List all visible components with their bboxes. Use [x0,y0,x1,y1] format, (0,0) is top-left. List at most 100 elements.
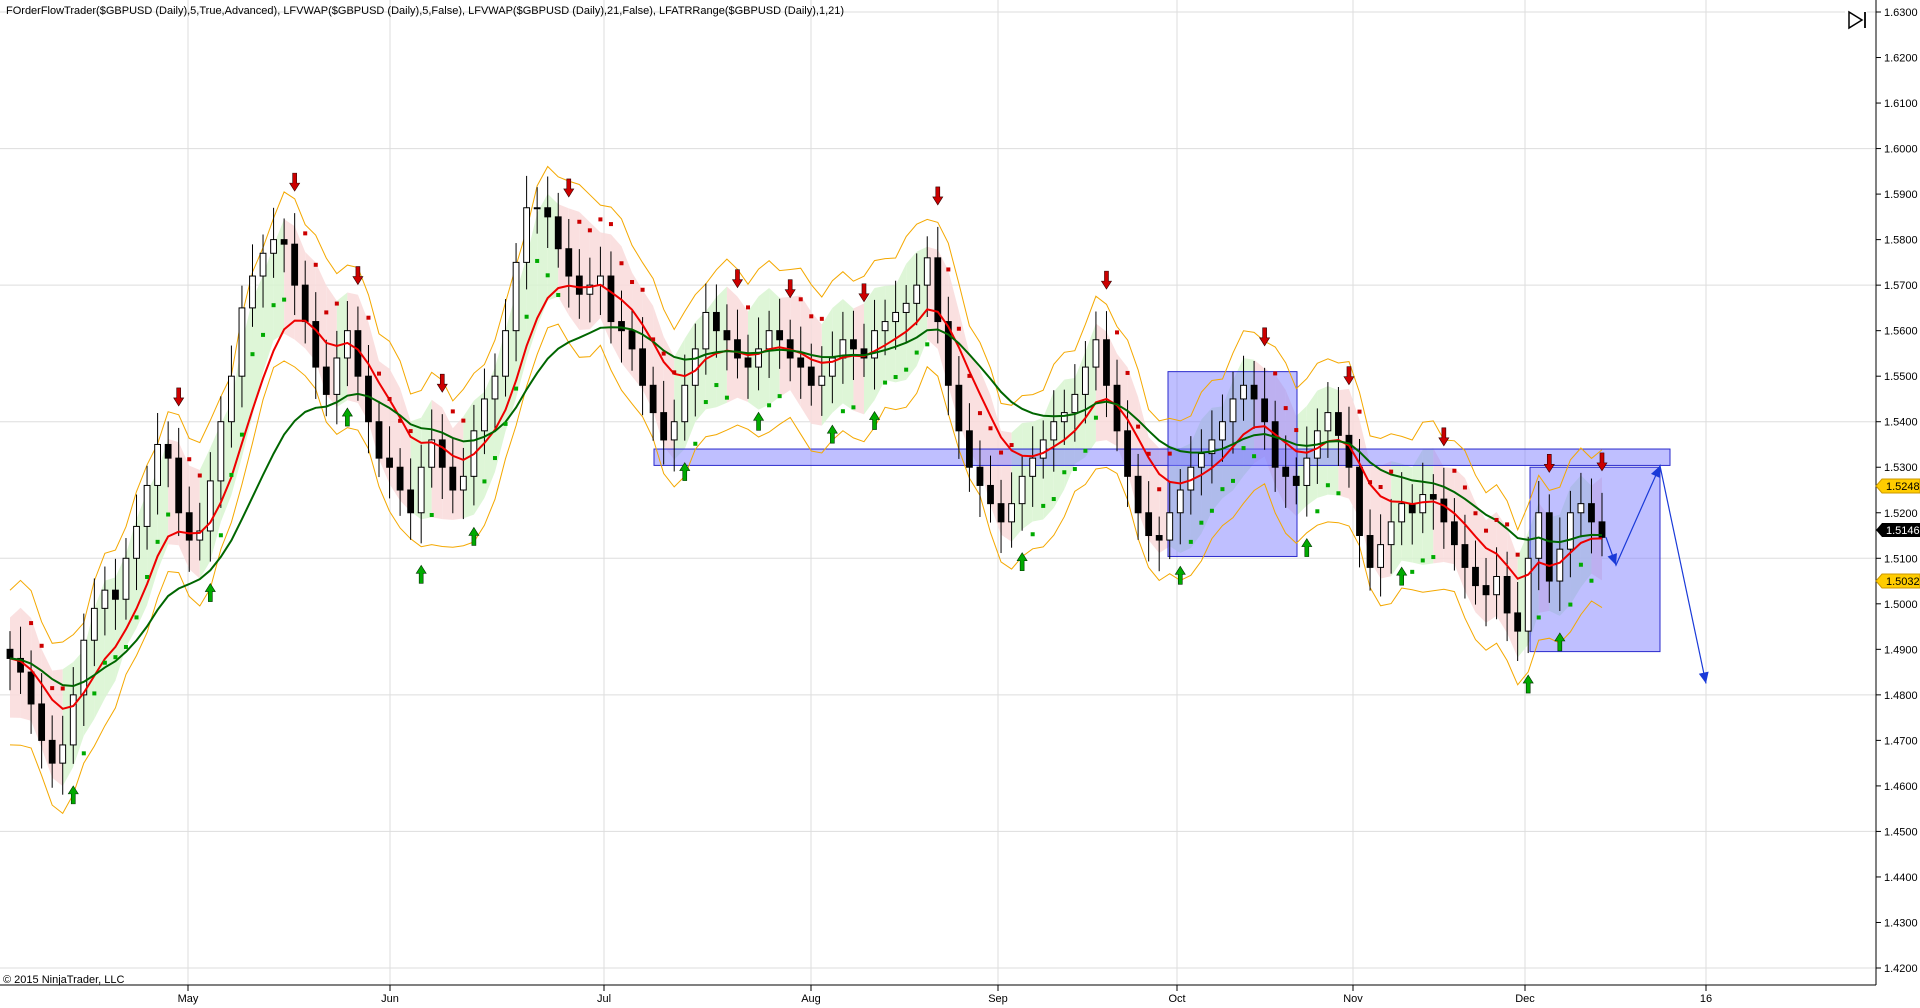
price-label-last-text: 1.5146 [1886,525,1920,537]
trail-dot-bull [1083,448,1088,453]
trail-dot-bull [840,409,845,414]
trail-dot-bear [1157,487,1162,492]
candle-body [417,466,425,514]
trail-dot-bear [1357,409,1362,414]
resistance-zone[interactable] [653,448,1671,466]
trail-dot-bull [239,432,244,437]
trail-dot-bear [956,326,961,331]
candle-body [554,216,562,250]
price-tick-label: 1.4700 [1884,735,1918,747]
candle-body [280,239,288,245]
candle-body [175,457,183,514]
trail-dot-bear [1505,522,1510,527]
candle-body [1176,489,1184,514]
time-tick-label: Sep [988,993,1008,1005]
trail-dot-bull [724,395,729,400]
shade-segment [1475,502,1487,623]
shade-segment [906,251,917,380]
candle-body [502,330,509,377]
price-tick-label: 1.5200 [1884,508,1918,520]
candle-body [154,443,162,486]
candle-body [723,330,731,341]
trail-dot-bull [925,342,930,347]
trail-dot-bear [366,315,371,320]
price-tick-label: 1.6200 [1884,53,1918,65]
trail-dot-bull [1589,578,1594,583]
trail-dot-bull [1199,520,1204,525]
trail-dot-bear [819,316,824,321]
trail-dot-bear [1273,371,1278,376]
trail-dot-bear [746,305,751,310]
candle-body [1377,544,1384,568]
time-axis[interactable]: May Jun Jul Aug Sep Oct Nov Dec 16 [178,985,1713,1005]
candle-body [164,443,172,459]
candle-body [27,671,35,705]
candle-body [776,330,784,341]
collapse-panel-icon[interactable] [1845,10,1867,30]
candle-body [1398,503,1406,523]
trail-dot-bull [482,479,487,484]
candle-body [1282,466,1290,477]
trail-dot-bull [229,472,234,477]
trail-dot-bear [999,450,1004,455]
trail-dot-bear [1378,485,1383,490]
trail-dot-bull [1209,508,1214,513]
candle-body [48,739,56,764]
price-tick-label: 1.4600 [1884,781,1918,793]
trail-dot-bull [271,303,276,308]
trail-dot-bear [60,686,65,691]
candle-body [449,466,457,491]
trail-dot-bull [282,297,287,302]
candle-body [670,421,678,441]
candle-body [512,261,520,332]
trail-dot-bear [408,429,413,434]
candle-body [1060,412,1068,423]
candle-body [491,375,499,400]
candle-body [1429,494,1437,500]
trail-dot-bull [1568,602,1573,607]
candle-body [143,484,151,527]
trail-dot-bull [1252,454,1257,459]
trail-dot-bear [1494,517,1499,522]
candle-body [575,275,583,295]
time-tick-label: Aug [801,993,821,1005]
trail-dot-bull [777,394,782,399]
candle-body [1261,398,1269,423]
gbpusd-chart[interactable]: 1.6300 1.6200 1.6100 1.6000 1.5900 1.5800 1.57… [0,0,1920,1008]
trail-dot-bull [904,367,909,372]
candle-body [438,439,446,468]
trail-dot-bear [1294,428,1299,433]
candle-body [1482,585,1490,596]
candle-body [702,311,710,350]
candle-body [1472,566,1479,587]
price-tick-label: 1.5000 [1884,599,1918,611]
candle-body [1271,421,1279,468]
candle-body [122,557,130,600]
trail-dot-bull [1315,509,1320,514]
trail-dot-bull [1420,558,1425,563]
trail-dot-bull [218,533,223,538]
candle-body [185,512,193,541]
trail-dot-bear [577,219,582,224]
candle-body [291,243,299,286]
price-tick-label: 1.5400 [1884,417,1918,429]
trail-dot-bear [1146,451,1151,456]
price-label-low-text: 1.5032 [1886,576,1920,588]
candle-body [544,207,552,218]
candle-body [765,330,773,350]
candle-body [1292,475,1300,486]
candle-body [1577,503,1585,514]
trail-dot-bear [1473,511,1478,516]
price-label-low: 1.5032 [1875,573,1920,589]
candle-body [217,421,225,482]
candle-body [1588,503,1595,523]
trail-dot-bull [155,539,160,544]
trail-dot-bear [50,686,55,691]
time-tick-label: Jun [381,993,399,1005]
trail-dot-bear [967,373,972,378]
trail-dot-bear [461,418,466,423]
candle-body [1103,339,1110,386]
candle-body [1145,512,1153,537]
candle-body [997,503,1005,523]
candle-body [1081,366,1089,395]
